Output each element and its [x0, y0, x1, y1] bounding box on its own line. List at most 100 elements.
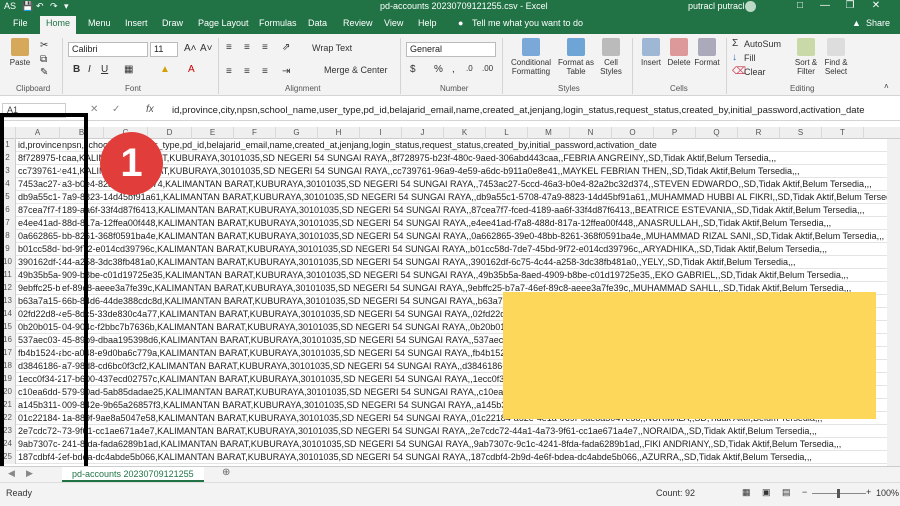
column-header-N[interactable]: N: [570, 127, 612, 139]
enter-icon[interactable]: ✓: [112, 104, 120, 115]
font-size-select[interactable]: 11: [150, 42, 178, 57]
cancel-icon[interactable]: ✕: [90, 104, 98, 115]
add-sheet-icon[interactable]: ⊕: [222, 467, 230, 478]
column-header-L[interactable]: L: [486, 127, 528, 139]
format-painter-icon[interactable]: ✎: [40, 67, 48, 78]
tab-draw[interactable]: Draw: [162, 18, 183, 28]
cell-overflow-text[interactable]: 7a9-8823-14d45bf91a61,KALIMANTAN BARAT,K…: [61, 191, 887, 204]
fill-color-icon[interactable]: ▲: [160, 64, 170, 75]
close-icon[interactable]: ✕: [866, 0, 886, 11]
increase-font-icon[interactable]: A˄: [184, 43, 197, 54]
cell-overflow-text[interactable]: ef-bdea-dc4abde5b066,KALIMANTAN BARAT,KU…: [61, 451, 813, 464]
find-select-button[interactable]: Find & Select: [822, 38, 850, 76]
decrease-font-icon[interactable]: A˅: [200, 43, 213, 54]
cell-styles-button[interactable]: Cell Styles: [598, 38, 624, 76]
cell-overflow-text[interactable]: 579-90ad-5ab85dadae25,KALIMANTAN BARAT,K…: [61, 386, 545, 399]
cell-overflow-text[interactable]: 73-9f61-cc1ae671a4e7,KALIMANTAN BARAT,KU…: [61, 425, 818, 438]
indent-icon[interactable]: ⇥: [282, 66, 290, 77]
sheet-tab[interactable]: pd-accounts 20230709121255: [62, 467, 204, 482]
column-header-H[interactable]: H: [318, 127, 360, 139]
zoom-slider-thumb[interactable]: [837, 489, 840, 498]
align-left-icon[interactable]: ≡: [226, 66, 232, 77]
cell-overflow-text[interactable]: 04-904c-f2bbc7b7636b,KALIMANTAN BARAT,KU…: [61, 321, 537, 334]
column-header-P[interactable]: P: [654, 127, 696, 139]
sort-filter-button[interactable]: Sort & Filter: [792, 38, 820, 76]
autosave-icon[interactable]: AS: [4, 1, 16, 11]
align-center-icon[interactable]: ≡: [244, 66, 250, 77]
cell-overflow-text[interactable]: 909-b8be-c01d19725e35,KALIMANTAN BARAT,K…: [61, 269, 849, 282]
clear-button[interactable]: Clear: [744, 67, 766, 77]
cell-overflow-text[interactable]: 17-b600-437ecd02757c,KALIMANTAN BARAT,KU…: [61, 373, 536, 386]
underline-icon[interactable]: U: [101, 64, 108, 75]
cell-overflow-text[interactable]: caa,KALIMANTAN BARAT,KUBURAYA,30101035,S…: [61, 152, 777, 165]
align-top-icon[interactable]: ≡: [226, 42, 232, 53]
font-color-icon[interactable]: A: [188, 64, 195, 75]
column-header-I[interactable]: I: [360, 127, 402, 139]
align-bottom-icon[interactable]: ≡: [262, 42, 268, 53]
cell-overflow-text[interactable]: 88d-817a-12ffea00f448,KALIMANTAN BARAT,K…: [61, 217, 832, 230]
percent-icon[interactable]: %: [434, 64, 443, 75]
format-cells-button[interactable]: Format: [694, 38, 720, 67]
tab-menu[interactable]: Menu: [88, 18, 111, 28]
tab-home[interactable]: Home: [40, 16, 76, 34]
tab-insert[interactable]: Insert: [125, 18, 148, 28]
italic-icon[interactable]: I: [88, 64, 91, 75]
increase-decimal-icon[interactable]: .0: [466, 64, 473, 73]
decrease-decimal-icon[interactable]: .00: [482, 64, 493, 73]
tab-formulas[interactable]: Formulas: [259, 18, 297, 28]
column-header-Q[interactable]: Q: [696, 127, 738, 139]
avatar[interactable]: [745, 1, 756, 12]
wrap-text-button[interactable]: Wrap Text: [312, 43, 352, 53]
normal-view-icon[interactable]: ▦: [742, 487, 751, 498]
currency-icon[interactable]: $: [410, 64, 416, 75]
align-right-icon[interactable]: ≡: [262, 66, 268, 77]
fill-button[interactable]: Fill: [744, 53, 756, 63]
zoom-level[interactable]: 100%: [876, 488, 899, 498]
column-header-R[interactable]: R: [738, 127, 780, 139]
cut-icon[interactable]: ✂: [40, 40, 48, 51]
copy-icon[interactable]: ⧉: [40, 54, 47, 65]
column-header-J[interactable]: J: [402, 127, 444, 139]
next-sheet-icon[interactable]: ▶: [26, 468, 33, 479]
cell-overflow-text[interactable]: bb-8261-368f0591ba4e,KALIMANTAN BARAT,KU…: [61, 230, 885, 243]
column-header-F[interactable]: F: [234, 127, 276, 139]
column-header-S[interactable]: S: [780, 127, 822, 139]
cell-overflow-text[interactable]: 66b-84d6-44de388cdc8d,KALIMANTAN BARAT,K…: [61, 295, 545, 308]
number-format-select[interactable]: General: [406, 42, 496, 57]
font-name-select[interactable]: Calibri: [68, 42, 148, 57]
autosum-button[interactable]: AutoSum: [744, 39, 781, 49]
page-break-view-icon[interactable]: ▤: [782, 487, 791, 498]
cell-overflow-text[interactable]: e5-8dc5-33de830c4a77,KALIMANTAN BARAT,KU…: [61, 308, 537, 321]
orientation-icon[interactable]: ⇗: [282, 42, 290, 53]
share-button[interactable]: Share: [866, 18, 890, 28]
delete-cells-button[interactable]: Delete: [666, 38, 692, 67]
maximize-icon[interactable]: ❐: [840, 0, 860, 11]
save-icon[interactable]: 💾: [22, 1, 33, 12]
cell-overflow-text[interactable]: bd-9f72-e014cd39796c,KALIMANTAN BARAT,KU…: [61, 243, 828, 256]
insert-cells-button[interactable]: Insert: [638, 38, 664, 67]
tab-data[interactable]: Data: [308, 18, 327, 28]
tab-review[interactable]: Review: [343, 18, 373, 28]
formula-input[interactable]: id,province,city,npsn,school_name,user_t…: [172, 105, 865, 116]
prev-sheet-icon[interactable]: ◀: [8, 468, 15, 479]
cell-overflow-text[interactable]: a7-98d8-cd6bc0f3cf2,KALIMANTAN BARAT,KUB…: [61, 360, 527, 373]
merge-center-button[interactable]: Merge & Center: [324, 65, 388, 75]
column-header-D[interactable]: D: [148, 127, 192, 139]
comma-icon[interactable]: ,: [452, 64, 455, 75]
tab-help[interactable]: Help: [418, 18, 437, 28]
format-as-table-button[interactable]: Format as Table: [556, 38, 596, 76]
column-header-E[interactable]: E: [192, 127, 234, 139]
insert-function-button[interactable]: fx: [146, 104, 154, 115]
cell-overflow-text[interactable]: 189-aa6f-33f4d87f6413,KALIMANTAN BARAT,K…: [61, 204, 866, 217]
paste-button[interactable]: Paste: [6, 38, 34, 67]
customize-icon[interactable]: ▾: [64, 1, 69, 12]
align-middle-icon[interactable]: ≡: [244, 42, 250, 53]
cell-overflow-text[interactable]: 45-89b9-dbaa195398d6,KALIMANTAN BARAT,KU…: [61, 334, 540, 347]
cell-overflow-text[interactable]: 241-8fda-fada6289b1ad,KALIMANTAN BARAT,K…: [61, 438, 842, 451]
column-header-M[interactable]: M: [528, 127, 570, 139]
bold-icon[interactable]: B: [73, 64, 80, 75]
ribbon-display-icon[interactable]: □: [790, 0, 810, 11]
column-header-K[interactable]: K: [444, 127, 486, 139]
user-name[interactable]: putracl putracl: [688, 1, 745, 11]
cell-overflow-text[interactable]: a3-b0e4-82a2b2c32d374,KALIMANTAN BARAT,K…: [61, 178, 873, 191]
